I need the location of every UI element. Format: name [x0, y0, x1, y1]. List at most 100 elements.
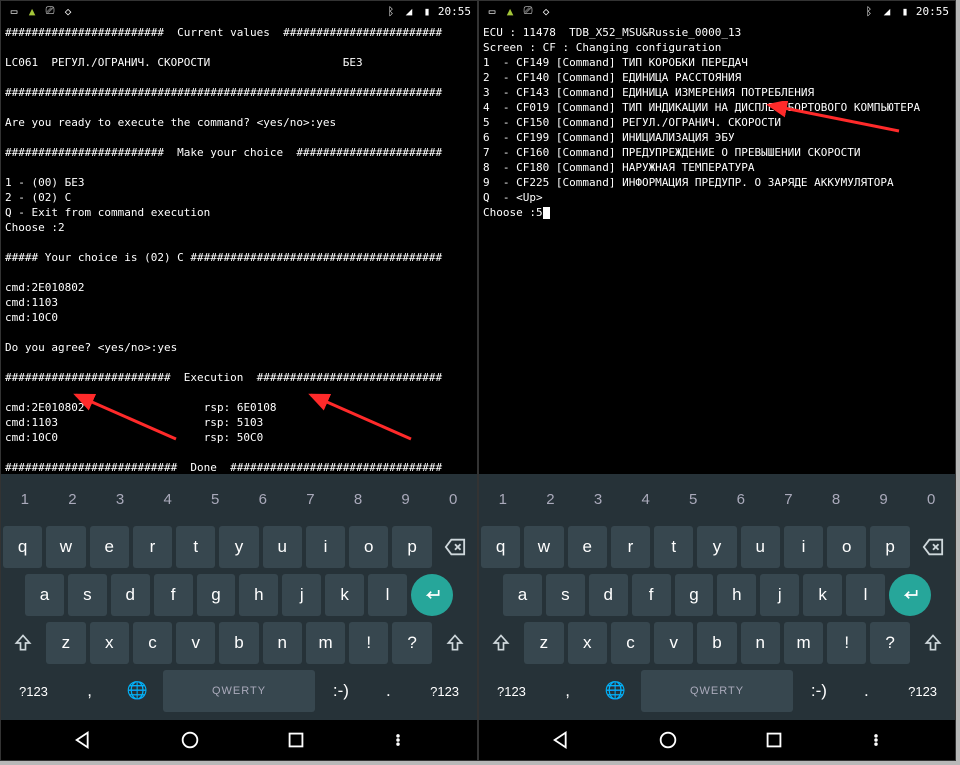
key-backspace[interactable] [436, 526, 475, 568]
key-g[interactable]: g [197, 574, 236, 616]
key-shift[interactable] [481, 622, 520, 664]
key-enter[interactable] [411, 574, 453, 616]
key-k[interactable]: k [325, 574, 364, 616]
key-j[interactable]: j [282, 574, 321, 616]
key-a[interactable]: a [503, 574, 542, 616]
key-![interactable]: ! [827, 622, 866, 664]
key-d[interactable]: d [111, 574, 150, 616]
key-l[interactable]: l [846, 574, 885, 616]
key-e[interactable]: e [568, 526, 607, 568]
key-?[interactable]: ? [870, 622, 909, 664]
key-n[interactable]: n [263, 622, 302, 664]
key-t[interactable]: t [654, 526, 693, 568]
key-space[interactable]: QWERTY [641, 670, 793, 712]
key-h[interactable]: h [239, 574, 278, 616]
keyboard[interactable]: 1234567890 qwertyuiop asdfghjkl zxcvbnm!… [479, 474, 955, 720]
key-6[interactable]: 6 [241, 478, 285, 520]
key-q[interactable]: q [481, 526, 520, 568]
key-backspace[interactable] [914, 526, 953, 568]
key-i[interactable]: i [784, 526, 823, 568]
key-k[interactable]: k [803, 574, 842, 616]
key-r[interactable]: r [611, 526, 650, 568]
key-b[interactable]: b [697, 622, 736, 664]
nav-home[interactable] [179, 729, 201, 751]
key-f[interactable]: f [154, 574, 193, 616]
key-8[interactable]: 8 [336, 478, 380, 520]
key-9[interactable]: 9 [862, 478, 906, 520]
key-u[interactable]: u [263, 526, 302, 568]
key-e[interactable]: e [90, 526, 129, 568]
key-comma[interactable]: , [68, 670, 112, 712]
key-7[interactable]: 7 [289, 478, 333, 520]
key-1[interactable]: 1 [3, 478, 47, 520]
key-n[interactable]: n [741, 622, 780, 664]
key-m[interactable]: m [306, 622, 345, 664]
key-2[interactable]: 2 [529, 478, 573, 520]
key-enter[interactable] [889, 574, 931, 616]
key-p[interactable]: p [870, 526, 909, 568]
key-alt[interactable]: ?123 [481, 670, 542, 712]
nav-home[interactable] [657, 729, 679, 751]
key-globe[interactable]: 🌐 [593, 670, 637, 712]
key-z[interactable]: z [46, 622, 85, 664]
key-s[interactable]: s [68, 574, 107, 616]
key-0[interactable]: 0 [431, 478, 475, 520]
key-x[interactable]: x [568, 622, 607, 664]
key-5[interactable]: 5 [193, 478, 237, 520]
key-w[interactable]: w [46, 526, 85, 568]
key-0[interactable]: 0 [909, 478, 953, 520]
key-4[interactable]: 4 [146, 478, 190, 520]
key-4[interactable]: 4 [624, 478, 668, 520]
key-shift-right[interactable] [436, 622, 475, 664]
key-a[interactable]: a [25, 574, 64, 616]
key-m[interactable]: m [784, 622, 823, 664]
key-o[interactable]: o [349, 526, 388, 568]
key-alt[interactable]: ?123 [3, 670, 64, 712]
key-shift[interactable] [3, 622, 42, 664]
key-6[interactable]: 6 [719, 478, 763, 520]
key-c[interactable]: c [611, 622, 650, 664]
nav-more[interactable] [391, 729, 405, 751]
key-3[interactable]: 3 [576, 478, 620, 520]
key-r[interactable]: r [133, 526, 172, 568]
key-q[interactable]: q [3, 526, 42, 568]
key-o[interactable]: o [827, 526, 866, 568]
key-globe[interactable]: 🌐 [115, 670, 159, 712]
key-dot[interactable]: . [845, 670, 889, 712]
key-?[interactable]: ? [392, 622, 431, 664]
nav-more[interactable] [869, 729, 883, 751]
terminal-right[interactable]: ECU : 11478 TDB_X52_MSU&Russie_0000_13 S… [479, 21, 955, 486]
key-9[interactable]: 9 [384, 478, 428, 520]
key-dot[interactable]: . [367, 670, 411, 712]
key-p[interactable]: p [392, 526, 431, 568]
key-y[interactable]: y [219, 526, 258, 568]
terminal-left[interactable]: ######################## Current values … [1, 21, 477, 486]
key-v[interactable]: v [176, 622, 215, 664]
key-1[interactable]: 1 [481, 478, 525, 520]
key-x[interactable]: x [90, 622, 129, 664]
key-b[interactable]: b [219, 622, 258, 664]
key-g[interactable]: g [675, 574, 714, 616]
key-t[interactable]: t [176, 526, 215, 568]
key-8[interactable]: 8 [814, 478, 858, 520]
nav-back[interactable] [73, 729, 95, 751]
key-alt2[interactable]: ?123 [414, 670, 475, 712]
key-w[interactable]: w [524, 526, 563, 568]
key-d[interactable]: d [589, 574, 628, 616]
key-alt2[interactable]: ?123 [892, 670, 953, 712]
key-comma[interactable]: , [546, 670, 590, 712]
key-3[interactable]: 3 [98, 478, 142, 520]
key-f[interactable]: f [632, 574, 671, 616]
keyboard[interactable]: 1234567890 qwertyuiop asdfghjkl zxcvbnm!… [1, 474, 477, 720]
key-s[interactable]: s [546, 574, 585, 616]
key-v[interactable]: v [654, 622, 693, 664]
key-i[interactable]: i [306, 526, 345, 568]
nav-back[interactable] [551, 729, 573, 751]
key-emoji[interactable]: :-) [319, 670, 363, 712]
key-7[interactable]: 7 [767, 478, 811, 520]
key-5[interactable]: 5 [671, 478, 715, 520]
key-emoji[interactable]: :-) [797, 670, 841, 712]
key-j[interactable]: j [760, 574, 799, 616]
key-z[interactable]: z [524, 622, 563, 664]
key-shift-right[interactable] [914, 622, 953, 664]
